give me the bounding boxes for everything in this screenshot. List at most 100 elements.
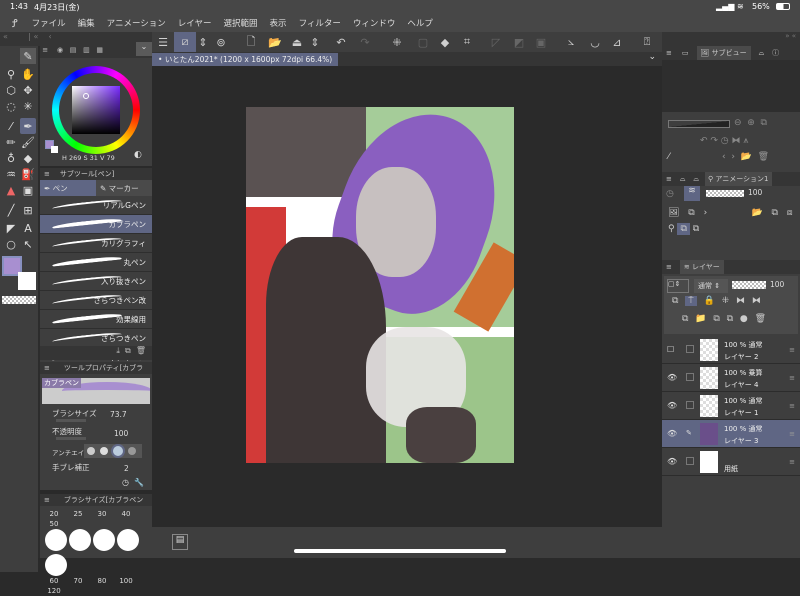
animation-opacity-slider[interactable] bbox=[706, 190, 744, 197]
app-logo-icon[interactable]: Ꝭ bbox=[12, 16, 18, 31]
layer-opacity-slider[interactable] bbox=[732, 281, 766, 289]
layer-row[interactable]: 👁 用紙 ≡ bbox=[662, 448, 800, 476]
lasso-icon[interactable]: ◌ bbox=[3, 98, 19, 114]
brush-size-slider[interactable] bbox=[56, 419, 86, 422]
layer-flag-buttons[interactable]: ⧉ ⍑ 🔒 ⁜ ⧓ ⧓ bbox=[672, 296, 761, 306]
pen-tool-icon[interactable]: ✒ bbox=[20, 118, 36, 134]
animation-buttons-row1[interactable]: 🖼 ⧉ › 📂 ⧉ ⧈ bbox=[668, 208, 793, 218]
duplicate-subtool-icon[interactable]: ⧉ bbox=[125, 346, 131, 355]
left-dock-bar[interactable]: « | « ‹ bbox=[0, 32, 152, 46]
fill-icon[interactable]: ⛽ bbox=[20, 166, 36, 182]
reset-icon[interactable]: ◷ 🔧 bbox=[122, 478, 144, 487]
layer-opacity-value[interactable]: 100 bbox=[770, 280, 784, 289]
move-icon[interactable]: ✥ bbox=[20, 82, 36, 98]
blend-icon[interactable]: ♒ bbox=[3, 166, 19, 182]
menu-view[interactable]: 表示 bbox=[270, 17, 287, 29]
brush-size-label[interactable]: 70 bbox=[66, 577, 90, 585]
layer-row[interactable]: 👁 ✎ 100 % 通常 レイヤー 3 ≡ bbox=[662, 420, 800, 448]
pencil-icon[interactable]: ✏ bbox=[3, 134, 19, 150]
layer-select-checkbox[interactable] bbox=[686, 457, 694, 465]
new-file-icon[interactable]: 🗋 bbox=[238, 33, 264, 52]
chevron-down-icon[interactable]: ⌄ bbox=[136, 42, 152, 56]
layer-menu-icon[interactable]: ≡ bbox=[789, 430, 795, 438]
menu-file[interactable]: ファイル bbox=[32, 17, 66, 29]
border-icon[interactable]: ▣ bbox=[530, 36, 552, 49]
operation-icon[interactable]: ⬡ bbox=[3, 82, 19, 98]
zoom-icon[interactable]: ⚲ bbox=[3, 66, 19, 82]
text-icon[interactable]: A bbox=[20, 220, 36, 236]
color-mode-icon[interactable]: ◐ bbox=[134, 150, 142, 160]
reference-icon[interactable]: ▤ bbox=[172, 534, 188, 550]
animation-opacity-value[interactable]: 100 bbox=[748, 188, 762, 197]
eraser-icon[interactable]: ◆ bbox=[20, 150, 36, 166]
menu-edit[interactable]: 編集 bbox=[78, 17, 95, 29]
eye-icon[interactable]: 👁 bbox=[667, 457, 677, 466]
clear-selection-icon[interactable]: ⁜ bbox=[382, 36, 412, 49]
layer-action-buttons[interactable]: ⧉ 📁 ⧉ ⧉ ● 🗑 bbox=[682, 314, 766, 324]
layer-select-checkbox[interactable] bbox=[686, 401, 694, 409]
menu-help[interactable]: ヘルプ bbox=[407, 17, 433, 29]
tab-timeline-icon[interactable]: ⌓ bbox=[693, 175, 699, 184]
layer-row[interactable]: 👁 100 % 乗算 レイヤー 4 ≡ bbox=[662, 364, 800, 392]
brush-size-value[interactable]: 73.7 bbox=[110, 410, 127, 419]
help-icon[interactable]: ⍰ bbox=[634, 35, 660, 49]
brush-size-label[interactable]: 100 bbox=[114, 577, 138, 585]
subtool-item[interactable]: 効果線用 bbox=[40, 310, 152, 329]
show-selection-icon[interactable]: ◸ bbox=[484, 36, 508, 49]
pen-tab-icon[interactable]: ✎ bbox=[20, 48, 36, 64]
eye-icon[interactable]: 👁 bbox=[667, 373, 677, 382]
right-dock-bar[interactable]: » « bbox=[662, 32, 800, 46]
brush-size-label[interactable]: 20 bbox=[42, 510, 66, 518]
tab-layer[interactable]: ≋ レイヤー bbox=[679, 260, 724, 274]
menu-window[interactable]: ウィンドウ bbox=[353, 17, 396, 29]
brush-size-preset[interactable] bbox=[45, 554, 67, 576]
eyedropper-icon[interactable]: ⁄ bbox=[668, 152, 670, 162]
crop-icon[interactable]: ▢ bbox=[412, 36, 434, 49]
layer-color-button[interactable]: ▢⇕ bbox=[667, 279, 689, 293]
chevron-down-icon[interactable]: ⌄ bbox=[648, 52, 656, 62]
opacity-value[interactable]: 100 bbox=[114, 429, 128, 438]
companion-icon[interactable]: ⊚ bbox=[210, 36, 232, 49]
menu-animation[interactable]: アニメーション bbox=[107, 17, 166, 29]
item-bank-icon[interactable]: ⌓ bbox=[759, 49, 765, 58]
layers-stack-icon[interactable]: ≋ bbox=[684, 186, 700, 201]
chevron-updown-icon[interactable]: ⇕ bbox=[196, 36, 210, 49]
brush-size-label[interactable]: 80 bbox=[90, 577, 114, 585]
brush-size-preset[interactable] bbox=[45, 529, 67, 551]
layer-select-checkbox[interactable] bbox=[686, 373, 694, 381]
home-indicator[interactable] bbox=[294, 549, 506, 553]
brush-size-label[interactable]: 60 bbox=[42, 577, 66, 585]
subview-zoom-buttons[interactable]: ⊖ ⊕ ⧉ bbox=[734, 118, 767, 128]
redo-icon[interactable]: ↷ bbox=[354, 36, 376, 49]
antialias-medium[interactable] bbox=[113, 446, 123, 456]
subview-nav-buttons[interactable]: ‹ › 📂 🗑 bbox=[722, 152, 769, 162]
visibility-toggle[interactable]: ☐ bbox=[667, 345, 677, 354]
ruler-snap-icon[interactable]: ⦣ bbox=[558, 35, 584, 49]
subtool-item[interactable]: カリグラフィ bbox=[40, 234, 152, 253]
brush-size-label[interactable]: 25 bbox=[66, 510, 90, 518]
tab-subview[interactable]: 🖼 サブビュー bbox=[696, 46, 751, 60]
brush-size-preset[interactable] bbox=[93, 529, 115, 551]
brush-size-label[interactable]: 30 bbox=[90, 510, 114, 518]
stabilization-value[interactable]: 2 bbox=[124, 464, 129, 473]
antialias-strong[interactable] bbox=[128, 447, 136, 455]
airbrush-icon[interactable]: ♁ bbox=[3, 150, 19, 166]
menu-filter[interactable]: フィルター bbox=[299, 17, 341, 29]
layer-menu-icon[interactable]: ≡ bbox=[789, 346, 795, 354]
hamburger-menu-icon[interactable]: ☰ bbox=[152, 36, 174, 49]
brush-size-preset[interactable] bbox=[117, 529, 139, 551]
animation-buttons-row2[interactable]: ⚲ ⧉ ⧉ bbox=[668, 223, 699, 235]
pen-edit-icon[interactable]: ✎ bbox=[686, 429, 694, 437]
subtool-item[interactable]: 丸ペン bbox=[40, 253, 152, 272]
tab-onion-icon[interactable]: ⌓ bbox=[680, 175, 686, 184]
ruler-icon[interactable]: ◤ bbox=[3, 220, 19, 236]
save-icon[interactable]: ⏏ bbox=[286, 36, 308, 49]
open-folder-icon[interactable]: 📂 bbox=[264, 36, 286, 49]
tab-marker[interactable]: ✎ マーカー bbox=[96, 180, 152, 196]
navigator-tab-icon[interactable]: ▭ bbox=[682, 49, 689, 57]
drawing-canvas[interactable] bbox=[246, 107, 514, 463]
magic-wand-icon[interactable]: ✳ bbox=[20, 98, 36, 114]
brush-size-label[interactable]: 40 bbox=[114, 510, 138, 518]
layer-row[interactable]: 👁 100 % 通常 レイヤー 1 ≡ bbox=[662, 392, 800, 420]
layer-menu-icon[interactable]: ≡ bbox=[789, 374, 795, 382]
